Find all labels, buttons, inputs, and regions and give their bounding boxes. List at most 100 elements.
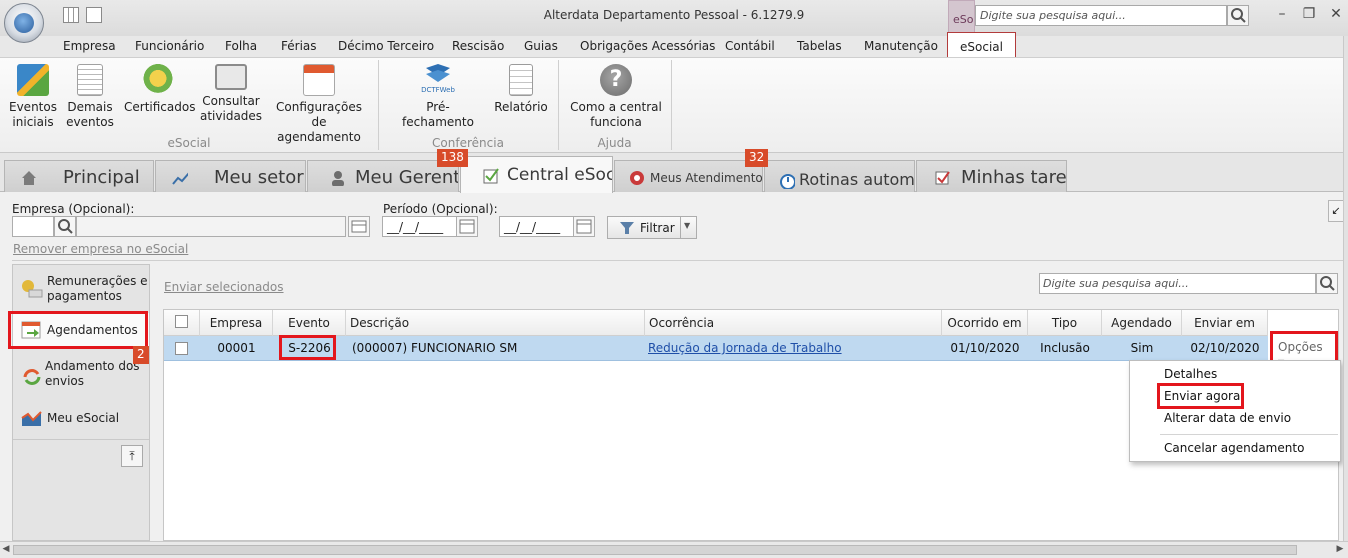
- eventos-iniciais-button[interactable]: Eventos iniciais: [8, 64, 58, 130]
- split-divider: [680, 217, 681, 238]
- consultar-atividades-button[interactable]: Consultar atividades: [200, 64, 262, 124]
- scroll-left-icon[interactable]: ◀: [1, 544, 11, 556]
- menu-guias[interactable]: Guias: [524, 39, 558, 53]
- tab-central-esocial[interactable]: Central eSocial: [460, 156, 613, 193]
- menu-funcionario[interactable]: Funcionário: [135, 39, 204, 53]
- ribbon-group-ajuda-label: Ajuda: [597, 136, 632, 150]
- cell-ocorrencia-link[interactable]: Redução da Jornada de Trabalho: [645, 336, 942, 361]
- periodo-start-calendar-button[interactable]: [456, 216, 478, 237]
- menu-bar: Empresa Funcionário Folha Férias Décimo …: [0, 32, 1348, 57]
- ribbon-separator: [671, 60, 672, 150]
- menu-item-alterar-data[interactable]: Alterar data de envio: [1164, 411, 1291, 425]
- empresa-label: Empresa (Opcional):: [12, 202, 135, 216]
- calendar-icon: [576, 219, 592, 234]
- periodo-label: Período (Opcional):: [383, 202, 498, 216]
- support-icon: [630, 171, 644, 185]
- tab-principal[interactable]: Principal: [4, 160, 154, 192]
- eventos-iniciais-icon: [17, 64, 49, 96]
- search-context-tab[interactable]: eSocial: [948, 0, 975, 34]
- search-icon: [1231, 8, 1246, 23]
- divider: [13, 439, 149, 440]
- nav-remuneracoes-pagamentos[interactable]: Remunerações e pagamentos: [13, 269, 149, 309]
- row-checkbox[interactable]: [175, 342, 188, 355]
- pre-fechamento-button[interactable]: DCTFWeb Pré-fechamento: [392, 64, 484, 130]
- tab-minhas-tarefas[interactable]: Minhas tarefas: [916, 160, 1067, 192]
- menu-rescisao[interactable]: Rescisão: [452, 39, 504, 53]
- menu-ferias[interactable]: Férias: [281, 39, 317, 53]
- menu-item-detalhes[interactable]: Detalhes: [1164, 367, 1217, 381]
- certificados-button[interactable]: Certificados: [124, 64, 195, 115]
- chevron-down-icon[interactable]: ▼: [684, 221, 690, 230]
- como-central-funciona-button[interactable]: ? Como a central funciona: [570, 64, 662, 130]
- menu-item-cancelar-agendamento[interactable]: Cancelar agendamento: [1164, 441, 1304, 455]
- tab-meus-atendimentos[interactable]: Meus Atendimentos: [614, 160, 763, 192]
- cell-agendado: Sim: [1130, 341, 1154, 355]
- col-agendado[interactable]: Agendado: [1102, 310, 1182, 336]
- menu-esocial[interactable]: eSocial: [947, 32, 1016, 57]
- table-icon: [351, 220, 367, 233]
- calendar-icon: [303, 64, 335, 96]
- filtrar-button[interactable]: Filtrar ▼: [607, 216, 697, 239]
- empresa-code-input[interactable]: [12, 216, 54, 237]
- collapse-up-icon[interactable]: ⤒: [121, 445, 143, 467]
- refresh-icon: [23, 369, 41, 385]
- menu-contabil[interactable]: Contábil: [725, 39, 775, 53]
- nav-meu-esocial[interactable]: Meu eSocial: [13, 401, 149, 435]
- col-descricao[interactable]: Descrição: [346, 310, 645, 336]
- relatorio-button[interactable]: Relatório: [494, 64, 548, 115]
- filter-icon: [620, 222, 634, 234]
- remover-empresa-link[interactable]: Remover empresa no eSocial: [13, 242, 188, 256]
- money-icon: [22, 280, 43, 298]
- title-bar: Alterdata Departamento Pessoal - 6.1279.…: [0, 0, 1348, 36]
- grid-search-button[interactable]: [1316, 273, 1338, 294]
- col-ocorrencia[interactable]: Ocorrência: [645, 310, 942, 336]
- app-menu-button[interactable]: [4, 3, 44, 43]
- ribbon-group-conferencia-label: Conferência: [432, 136, 504, 150]
- tab-meu-setor[interactable]: Meu setor: [155, 160, 306, 192]
- menu-decimo-terceiro[interactable]: Décimo Terceiro: [338, 39, 434, 53]
- periodo-end-calendar-button[interactable]: [573, 216, 595, 237]
- left-nav-panel: Remunerações e pagamentos Agendamentos A…: [12, 264, 150, 541]
- restore-icon[interactable]: ❐: [1300, 6, 1318, 22]
- ribbon: Eventos iniciais Demais eventos Certific…: [0, 57, 1343, 153]
- col-tipo[interactable]: Tipo: [1028, 310, 1102, 336]
- task-check-icon: [935, 171, 950, 185]
- menu-manutencao[interactable]: Manutenção: [864, 39, 938, 53]
- nav-andamento-envios[interactable]: Andamento dos envios: [13, 357, 149, 397]
- empresa-search-button[interactable]: [54, 216, 76, 237]
- calendar-icon: [459, 219, 475, 234]
- dctfweb-icon: DCTFWeb: [418, 64, 458, 96]
- cell-enviar-em: 02/10/2020: [1190, 341, 1260, 355]
- enviar-selecionados-link[interactable]: Enviar selecionados: [164, 280, 284, 294]
- empresa-name-input[interactable]: [76, 216, 346, 237]
- select-all-checkbox[interactable]: [175, 315, 188, 328]
- col-enviar-em[interactable]: Enviar em: [1182, 310, 1268, 336]
- menu-folha[interactable]: Folha: [225, 39, 257, 53]
- global-search-input[interactable]: Digite sua pesquisa aqui...: [975, 5, 1227, 26]
- global-search-button[interactable]: [1227, 5, 1249, 26]
- periodo-start-input[interactable]: __/__/____: [382, 216, 458, 237]
- col-ocorrido-em[interactable]: Ocorrido em: [942, 310, 1028, 336]
- empresa-grid-button[interactable]: [348, 216, 370, 237]
- monitor-icon: [215, 64, 247, 90]
- col-empresa[interactable]: Empresa: [200, 310, 273, 336]
- configuracoes-agendamento-button[interactable]: Configurações de agendamento: [272, 64, 366, 145]
- vertical-scrollbar[interactable]: [1343, 36, 1348, 541]
- menu-obrigacoes-acessorias[interactable]: Obrigações Acessórias: [580, 39, 715, 53]
- periodo-end-input[interactable]: __/__/____: [499, 216, 575, 237]
- tab-rotinas-automaticas[interactable]: Rotinas automáticas: [764, 160, 915, 192]
- scrollbar-thumb[interactable]: [13, 545, 1297, 555]
- minimize-button[interactable]: –: [1273, 6, 1291, 22]
- horizontal-scrollbar[interactable]: ◀ ▶: [0, 541, 1348, 558]
- close-button[interactable]: ✕: [1327, 6, 1345, 22]
- collapse-icon[interactable]: ↙: [1328, 200, 1344, 222]
- grid-search-input[interactable]: Digite sua pesquisa aqui...: [1039, 273, 1316, 294]
- menu-empresa[interactable]: Empresa: [63, 39, 116, 53]
- menu-tabelas[interactable]: Tabelas: [797, 39, 842, 53]
- meu-gerente-badge: 138: [437, 149, 468, 167]
- scroll-right-icon[interactable]: ▶: [1335, 544, 1345, 556]
- highlight-enviar-agora: [1157, 383, 1244, 409]
- demais-eventos-button[interactable]: Demais eventos: [66, 64, 114, 130]
- col-evento[interactable]: Evento: [273, 310, 346, 336]
- agendamentos-badge: 2: [133, 346, 149, 364]
